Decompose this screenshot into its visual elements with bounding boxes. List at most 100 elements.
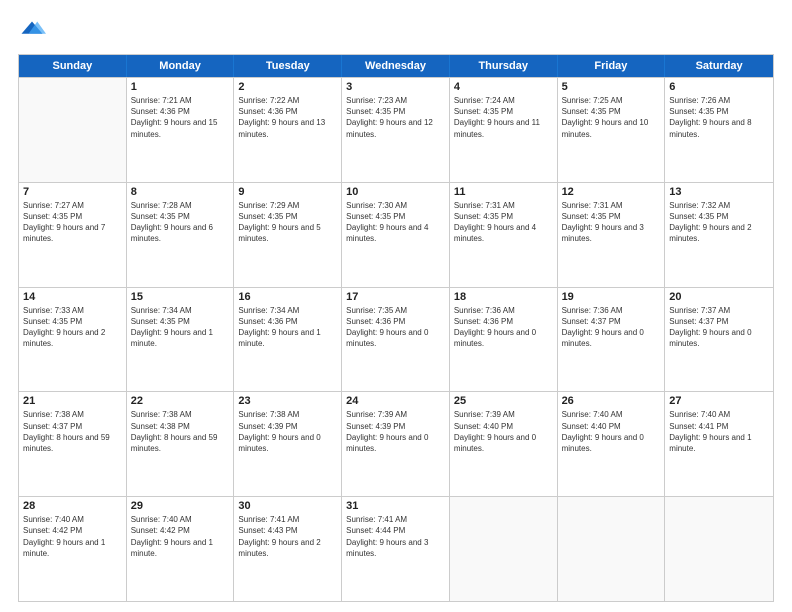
header-day-wednesday: Wednesday bbox=[342, 55, 450, 77]
day-number: 10 bbox=[346, 186, 445, 198]
cell-info: Sunrise: 7:41 AM Sunset: 4:44 PM Dayligh… bbox=[346, 514, 445, 559]
calendar-row-0: 1 Sunrise: 7:21 AM Sunset: 4:36 PM Daylig… bbox=[19, 77, 773, 182]
calendar-cell: 29Sunrise: 7:40 AM Sunset: 4:42 PM Dayli… bbox=[127, 497, 235, 601]
cell-info: Sunrise: 7:39 AM Sunset: 4:39 PM Dayligh… bbox=[346, 409, 445, 454]
day-number: 5 bbox=[562, 81, 661, 93]
cell-info: Sunrise: 7:39 AM Sunset: 4:40 PM Dayligh… bbox=[454, 409, 553, 454]
day-number: 27 bbox=[669, 395, 769, 407]
calendar-cell: 9Sunrise: 7:29 AM Sunset: 4:35 PM Daylig… bbox=[234, 183, 342, 287]
calendar-cell bbox=[558, 497, 666, 601]
day-number: 11 bbox=[454, 186, 553, 198]
day-number: 20 bbox=[669, 291, 769, 303]
cell-info: Sunrise: 7:38 AM Sunset: 4:38 PM Dayligh… bbox=[131, 409, 230, 454]
cell-info: Sunrise: 7:34 AM Sunset: 4:36 PM Dayligh… bbox=[238, 305, 337, 350]
day-number: 15 bbox=[131, 291, 230, 303]
calendar-cell: 14 Sunrise: 7:33 AM Sunset: 4:35 PM Dayli… bbox=[19, 288, 127, 392]
calendar-cell: 12 Sunrise: 7:31 AM Sunset: 4:35 PM Dayli… bbox=[558, 183, 666, 287]
calendar-body: 1 Sunrise: 7:21 AM Sunset: 4:36 PM Daylig… bbox=[19, 77, 773, 601]
calendar-cell: 10Sunrise: 7:30 AM Sunset: 4:35 PM Dayli… bbox=[342, 183, 450, 287]
cell-info: Sunrise: 7:41 AM Sunset: 4:43 PM Dayligh… bbox=[238, 514, 337, 559]
calendar-cell: 30 Sunrise: 7:41 AM Sunset: 4:43 PM Dayli… bbox=[234, 497, 342, 601]
calendar-cell: 15 Sunrise: 7:34 AM Sunset: 4:35 PM Dayli… bbox=[127, 288, 235, 392]
cell-info: Sunrise: 7:21 AM Sunset: 4:36 PM Dayligh… bbox=[131, 95, 230, 140]
calendar-cell bbox=[450, 497, 558, 601]
day-number: 26 bbox=[562, 395, 661, 407]
calendar-cell: 20 Sunrise: 7:37 AM Sunset: 4:37 PM Dayli… bbox=[665, 288, 773, 392]
calendar-cell: 24 Sunrise: 7:39 AM Sunset: 4:39 PM Dayli… bbox=[342, 392, 450, 496]
day-number: 12 bbox=[562, 186, 661, 198]
cell-info: Sunrise: 7:32 AM Sunset: 4:35 PM Dayligh… bbox=[669, 200, 769, 245]
cell-info: Sunrise: 7:37 AM Sunset: 4:37 PM Dayligh… bbox=[669, 305, 769, 350]
day-number: 14 bbox=[23, 291, 122, 303]
cell-info: Sunrise: 7:40 AM Sunset: 4:40 PM Dayligh… bbox=[562, 409, 661, 454]
calendar-cell: 16 Sunrise: 7:34 AM Sunset: 4:36 PM Dayli… bbox=[234, 288, 342, 392]
calendar-cell: 6 Sunrise: 7:26 AM Sunset: 4:35 PM Daylig… bbox=[665, 78, 773, 182]
cell-info: Sunrise: 7:33 AM Sunset: 4:35 PM Dayligh… bbox=[23, 305, 122, 350]
cell-info: Sunrise: 7:36 AM Sunset: 4:37 PM Dayligh… bbox=[562, 305, 661, 350]
cell-info: Sunrise: 7:31 AM Sunset: 4:35 PM Dayligh… bbox=[562, 200, 661, 245]
day-number: 28 bbox=[23, 500, 122, 512]
day-number: 3 bbox=[346, 81, 445, 93]
cell-info: Sunrise: 7:31 AM Sunset: 4:35 PM Dayligh… bbox=[454, 200, 553, 245]
day-number: 30 bbox=[238, 500, 337, 512]
cell-info: Sunrise: 7:38 AM Sunset: 4:39 PM Dayligh… bbox=[238, 409, 337, 454]
calendar-row-2: 14 Sunrise: 7:33 AM Sunset: 4:35 PM Dayli… bbox=[19, 287, 773, 392]
header-day-saturday: Saturday bbox=[665, 55, 773, 77]
day-number: 24 bbox=[346, 395, 445, 407]
calendar-cell: 27 Sunrise: 7:40 AM Sunset: 4:41 PM Dayli… bbox=[665, 392, 773, 496]
cell-info: Sunrise: 7:36 AM Sunset: 4:36 PM Dayligh… bbox=[454, 305, 553, 350]
calendar-cell bbox=[665, 497, 773, 601]
calendar-cell: 4Sunrise: 7:24 AM Sunset: 4:35 PM Daylig… bbox=[450, 78, 558, 182]
calendar-cell: 23 Sunrise: 7:38 AM Sunset: 4:39 PM Dayli… bbox=[234, 392, 342, 496]
day-number: 1 bbox=[131, 81, 230, 93]
day-number: 9 bbox=[238, 186, 337, 198]
day-number: 6 bbox=[669, 81, 769, 93]
calendar-cell: 3Sunrise: 7:23 AM Sunset: 4:35 PM Daylig… bbox=[342, 78, 450, 182]
cell-info: Sunrise: 7:22 AM Sunset: 4:36 PM Dayligh… bbox=[238, 95, 337, 140]
calendar-cell: 19 Sunrise: 7:36 AM Sunset: 4:37 PM Dayli… bbox=[558, 288, 666, 392]
header-day-tuesday: Tuesday bbox=[234, 55, 342, 77]
cell-info: Sunrise: 7:34 AM Sunset: 4:35 PM Dayligh… bbox=[131, 305, 230, 350]
calendar-cell: 18 Sunrise: 7:36 AM Sunset: 4:36 PM Dayli… bbox=[450, 288, 558, 392]
calendar-row-3: 21 Sunrise: 7:38 AM Sunset: 4:37 PM Dayli… bbox=[19, 391, 773, 496]
day-number: 8 bbox=[131, 186, 230, 198]
calendar-header: SundayMondayTuesdayWednesdayThursdayFrid… bbox=[19, 55, 773, 77]
calendar-cell: 8 Sunrise: 7:28 AM Sunset: 4:35 PM Daylig… bbox=[127, 183, 235, 287]
header-day-sunday: Sunday bbox=[19, 55, 127, 77]
page: SundayMondayTuesdayWednesdayThursdayFrid… bbox=[0, 0, 792, 612]
day-number: 18 bbox=[454, 291, 553, 303]
day-number: 7 bbox=[23, 186, 122, 198]
logo-icon bbox=[18, 18, 46, 46]
cell-info: Sunrise: 7:28 AM Sunset: 4:35 PM Dayligh… bbox=[131, 200, 230, 245]
cell-info: Sunrise: 7:26 AM Sunset: 4:35 PM Dayligh… bbox=[669, 95, 769, 140]
calendar-cell: 31 Sunrise: 7:41 AM Sunset: 4:44 PM Dayli… bbox=[342, 497, 450, 601]
calendar-cell: 1 Sunrise: 7:21 AM Sunset: 4:36 PM Daylig… bbox=[127, 78, 235, 182]
day-number: 23 bbox=[238, 395, 337, 407]
calendar-cell: 17 Sunrise: 7:35 AM Sunset: 4:36 PM Dayli… bbox=[342, 288, 450, 392]
day-number: 16 bbox=[238, 291, 337, 303]
calendar-cell: 21 Sunrise: 7:38 AM Sunset: 4:37 PM Dayli… bbox=[19, 392, 127, 496]
cell-info: Sunrise: 7:27 AM Sunset: 4:35 PM Dayligh… bbox=[23, 200, 122, 245]
day-number: 19 bbox=[562, 291, 661, 303]
day-number: 13 bbox=[669, 186, 769, 198]
header-day-thursday: Thursday bbox=[450, 55, 558, 77]
calendar-cell bbox=[19, 78, 127, 182]
day-number: 4 bbox=[454, 81, 553, 93]
calendar: SundayMondayTuesdayWednesdayThursdayFrid… bbox=[18, 54, 774, 602]
day-number: 21 bbox=[23, 395, 122, 407]
cell-info: Sunrise: 7:38 AM Sunset: 4:37 PM Dayligh… bbox=[23, 409, 122, 454]
logo bbox=[18, 18, 50, 46]
day-number: 17 bbox=[346, 291, 445, 303]
cell-info: Sunrise: 7:40 AM Sunset: 4:41 PM Dayligh… bbox=[669, 409, 769, 454]
header-day-monday: Monday bbox=[127, 55, 235, 77]
calendar-cell: 28Sunrise: 7:40 AM Sunset: 4:42 PM Dayli… bbox=[19, 497, 127, 601]
day-number: 31 bbox=[346, 500, 445, 512]
day-number: 2 bbox=[238, 81, 337, 93]
cell-info: Sunrise: 7:35 AM Sunset: 4:36 PM Dayligh… bbox=[346, 305, 445, 350]
calendar-cell: 22Sunrise: 7:38 AM Sunset: 4:38 PM Dayli… bbox=[127, 392, 235, 496]
header bbox=[18, 18, 774, 46]
calendar-row-1: 7 Sunrise: 7:27 AM Sunset: 4:35 PM Daylig… bbox=[19, 182, 773, 287]
calendar-cell: 26 Sunrise: 7:40 AM Sunset: 4:40 PM Dayli… bbox=[558, 392, 666, 496]
day-number: 29 bbox=[131, 500, 230, 512]
header-day-friday: Friday bbox=[558, 55, 666, 77]
